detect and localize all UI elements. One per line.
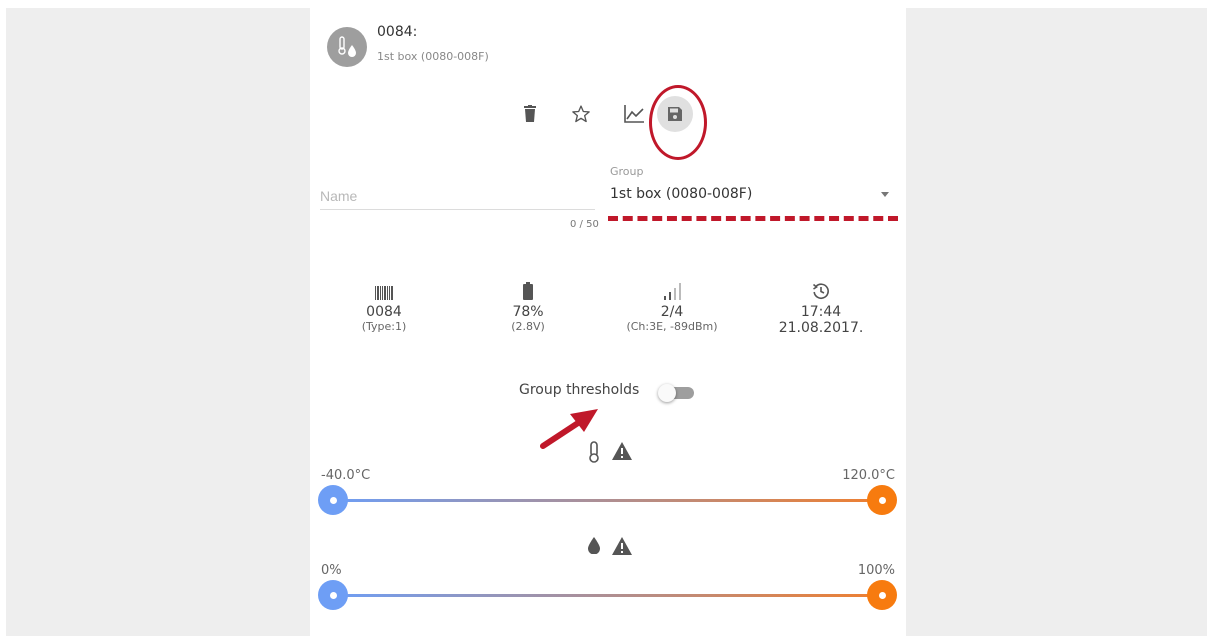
stat-id-type: (Type:1) xyxy=(361,320,407,333)
humidity-slider-track[interactable] xyxy=(333,594,885,597)
favorite-button[interactable] xyxy=(569,102,593,126)
star-outline-icon xyxy=(572,105,590,123)
stat-id: 0084 (Type:1) xyxy=(329,280,439,333)
stat-signal-value: 2/4 xyxy=(660,304,684,320)
temperature-slider[interactable] xyxy=(333,499,885,502)
stat-id-value: 0084 xyxy=(366,304,402,320)
stat-signal: 2/4 (Ch:3E, -89dBm) xyxy=(617,280,727,333)
humidity-max-label: 100% xyxy=(857,563,895,578)
temperature-high-handle[interactable] xyxy=(867,485,897,515)
group-selected-value: 1st box (0080-008F) xyxy=(610,186,753,202)
humidity-min-label: 0% xyxy=(321,563,342,578)
history-icon xyxy=(812,283,829,300)
device-card: 0084: 1st box (0080-008F) 0 / 50 Group 1… xyxy=(310,8,906,636)
group-thresholds-label: Group thresholds xyxy=(519,382,640,398)
temperature-low-handle[interactable] xyxy=(318,485,348,515)
device-avatar xyxy=(327,27,367,67)
humidity-slider[interactable] xyxy=(333,594,885,597)
stat-battery-value: 78% xyxy=(512,304,544,320)
line-chart-icon xyxy=(624,105,644,123)
stat-last-seen: 17:44 21.08.2017. xyxy=(766,280,876,336)
battery-icon xyxy=(523,282,533,300)
stat-battery-voltage: (2.8V) xyxy=(511,320,545,333)
stat-last-seen-date: 21.08.2017. xyxy=(778,320,864,336)
humidity-low-handle[interactable] xyxy=(318,580,348,610)
group-thresholds-toggle[interactable] xyxy=(658,384,696,402)
toggle-knob xyxy=(658,384,676,402)
stat-battery: 78% (2.8V) xyxy=(473,280,583,333)
dashed-underline-annotation xyxy=(608,216,898,221)
thermometer-drop-icon xyxy=(338,36,356,57)
temperature-max-label: 120.0°C xyxy=(842,468,895,483)
name-input[interactable] xyxy=(320,182,595,210)
stat-last-seen-time: 17:44 xyxy=(800,304,842,320)
humidity-high-handle[interactable] xyxy=(867,580,897,610)
stat-signal-details: (Ch:3E, -89dBm) xyxy=(626,320,718,333)
temperature-min-label: -40.0°C xyxy=(321,468,371,483)
thermometer-icon xyxy=(589,441,599,463)
device-subtitle: 1st box (0080-008F) xyxy=(377,50,489,63)
warning-icon xyxy=(612,537,632,555)
save-highlight-annotation xyxy=(649,85,707,160)
group-label: Group xyxy=(610,165,644,178)
water-drop-icon xyxy=(588,537,600,554)
trash-icon xyxy=(524,105,536,122)
caret-down-icon xyxy=(881,192,889,197)
group-select[interactable]: 1st box (0080-008F) xyxy=(610,183,895,207)
chart-button[interactable] xyxy=(622,102,646,126)
barcode-icon xyxy=(375,286,393,300)
delete-button[interactable] xyxy=(518,102,542,126)
temperature-slider-track[interactable] xyxy=(333,499,885,502)
name-char-counter: 0 / 50 xyxy=(570,219,599,230)
device-title: 0084: xyxy=(377,24,418,40)
warning-icon xyxy=(612,442,632,460)
signal-strength-icon xyxy=(664,283,681,300)
